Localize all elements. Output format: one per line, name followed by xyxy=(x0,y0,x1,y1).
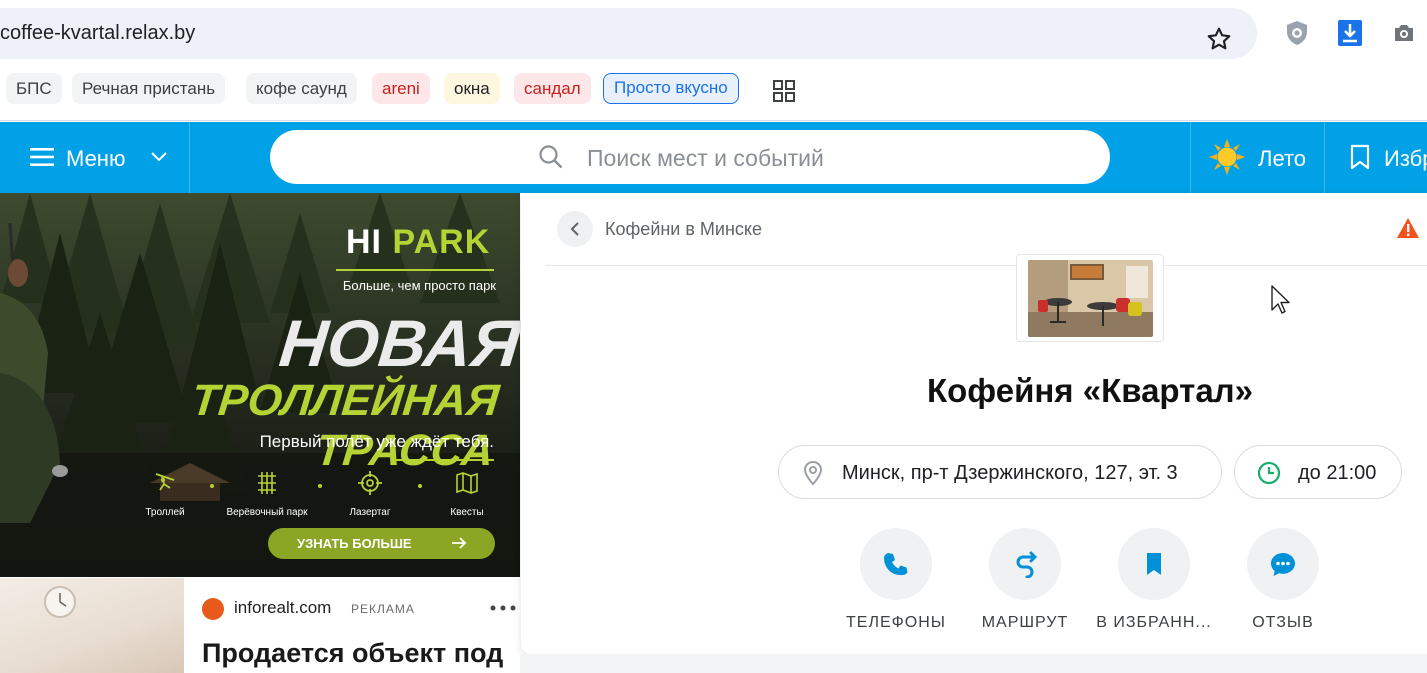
phone-icon xyxy=(884,553,908,576)
add-to-favorites-button[interactable]: В ИЗБРАНН... xyxy=(1089,528,1219,632)
ad-title[interactable]: Продается объект под xyxy=(202,638,520,669)
crosshair-icon xyxy=(358,471,382,495)
address-bar[interactable]: coffee-kvartal.relax.by xyxy=(0,8,1257,59)
search-placeholder: Поиск мест и событий xyxy=(587,145,824,171)
hours-text: до 21:00 xyxy=(1298,462,1377,484)
banner-headline-new: НОВАЯ xyxy=(276,306,524,380)
season-selector[interactable]: Лето xyxy=(1190,122,1325,193)
ad-label: РЕКЛАМА xyxy=(351,602,415,616)
search-input[interactable]: Поиск мест и событий xyxy=(270,130,1110,184)
breadcrumb[interactable]: Кофейни в Минске xyxy=(605,219,762,240)
back-button[interactable] xyxy=(557,211,593,247)
place-photo[interactable] xyxy=(1016,254,1164,342)
sun-icon xyxy=(1209,139,1245,175)
hipark-tagline: Больше, чем просто парк xyxy=(342,278,496,293)
more-options-icon[interactable] xyxy=(490,600,516,616)
phones-circle[interactable] xyxy=(860,528,932,600)
arrow-right-icon xyxy=(452,537,467,549)
feature-dot xyxy=(210,484,214,488)
zipline-person-image xyxy=(0,223,68,523)
site-header: Меню Поиск мест и событий Лето Избранное xyxy=(0,122,1427,193)
wall-clock-image xyxy=(44,586,76,618)
location-pin-icon xyxy=(803,460,823,486)
download-icon[interactable] xyxy=(1338,20,1362,46)
chrome-divider xyxy=(0,120,1427,121)
card-divider xyxy=(545,265,1427,266)
menu-button[interactable]: Меню xyxy=(0,122,190,193)
hipark-logo: HI PARK xyxy=(346,223,491,261)
bookmark-rechnaya-pristan[interactable]: Речная пристань xyxy=(72,73,226,104)
chat-bubble-icon xyxy=(1271,553,1295,576)
ad-source-name: inforealt.com xyxy=(234,598,332,617)
route-circle[interactable] xyxy=(989,528,1061,600)
logo-underline xyxy=(336,269,494,271)
review-label: ОТЗЫВ xyxy=(1252,614,1314,631)
favorites-label: Избранное xyxy=(1384,146,1427,171)
chevron-down-icon xyxy=(151,152,167,162)
review-circle[interactable] xyxy=(1247,528,1319,600)
cafe-interior-image xyxy=(1028,260,1153,337)
camera-icon[interactable] xyxy=(1392,20,1416,46)
shield-extension-icon[interactable] xyxy=(1285,20,1309,46)
banner-subline: Первый полёт уже ждёт тебя. xyxy=(259,432,494,451)
learn-more-label: УЗНАТЬ БОЛЬШЕ xyxy=(297,536,412,551)
route-icon xyxy=(1016,551,1038,578)
route-button[interactable]: МАРШРУТ xyxy=(960,528,1090,632)
bookmark-bps[interactable]: БПС xyxy=(6,73,62,104)
feature-dot xyxy=(318,484,322,488)
hamburger-icon xyxy=(30,148,54,166)
address-pill[interactable]: Минск, пр-т Дзержинского, 127, эт. 3 xyxy=(778,445,1222,499)
clock-icon xyxy=(1257,461,1281,485)
bookmark-prosto-vkusno[interactable]: Просто вкусно xyxy=(603,73,739,104)
place-title: Кофейня «Квартал» xyxy=(927,372,1253,409)
rope-park-icon xyxy=(258,472,276,494)
bookmark-star-icon[interactable] xyxy=(1206,26,1232,52)
favorites-link[interactable]: Избранное xyxy=(1326,122,1427,193)
url-text[interactable]: coffee-kvartal.relax.by xyxy=(0,22,195,45)
warning-icon[interactable] xyxy=(1396,217,1420,239)
trolley-icon xyxy=(155,473,175,491)
feature-lasertag: Лазертаг xyxy=(325,470,415,518)
chevron-left-icon xyxy=(570,222,579,236)
banner-headline-track: ТРОЛЛЕЙНАЯ ТРАССА xyxy=(189,376,502,475)
route-label: МАРШРУТ xyxy=(981,614,1069,631)
season-label: Лето xyxy=(1258,146,1307,171)
inforealt-logo-icon xyxy=(202,598,224,620)
favorites-action-label: В ИЗБРАНН... xyxy=(1096,614,1212,631)
feature-trolley: Троллей xyxy=(120,470,210,518)
bookmarks-bar: БПС Речная пристань кофе саунд areni окн… xyxy=(0,72,1427,106)
bookmark-filled-icon xyxy=(1147,553,1161,575)
quest-map-icon xyxy=(456,472,478,494)
menu-label: Меню xyxy=(66,146,126,171)
bookmark-kofe-saund[interactable]: кофе саунд xyxy=(246,73,357,104)
favorites-circle[interactable] xyxy=(1118,528,1190,600)
bookmark-icon xyxy=(1350,144,1370,170)
bookmark-areni[interactable]: areni xyxy=(372,73,430,104)
bookmark-sandal[interactable]: сандал xyxy=(514,73,591,104)
mouse-cursor-icon xyxy=(1271,285,1290,314)
page-background xyxy=(520,654,1427,673)
feature-rope-park: Верёвочный парк xyxy=(222,470,312,518)
subline-underline xyxy=(392,459,494,461)
address-text: Минск, пр-т Дзержинского, 127, эт. 3 xyxy=(842,462,1178,484)
phones-label: ТЕЛЕФОНЫ xyxy=(846,614,946,631)
hours-pill[interactable]: до 21:00 xyxy=(1234,445,1402,499)
apps-grid-icon[interactable] xyxy=(773,80,795,102)
bookmark-okna[interactable]: окна xyxy=(444,73,500,104)
review-button[interactable]: ОТЗЫВ xyxy=(1218,528,1348,632)
realty-ad-image[interactable] xyxy=(0,578,184,673)
learn-more-button[interactable]: УЗНАТЬ БОЛЬШЕ xyxy=(268,528,495,559)
search-icon xyxy=(539,145,563,169)
feature-quests: Квесты xyxy=(422,470,512,518)
phones-button[interactable]: ТЕЛЕФОНЫ xyxy=(831,528,961,632)
